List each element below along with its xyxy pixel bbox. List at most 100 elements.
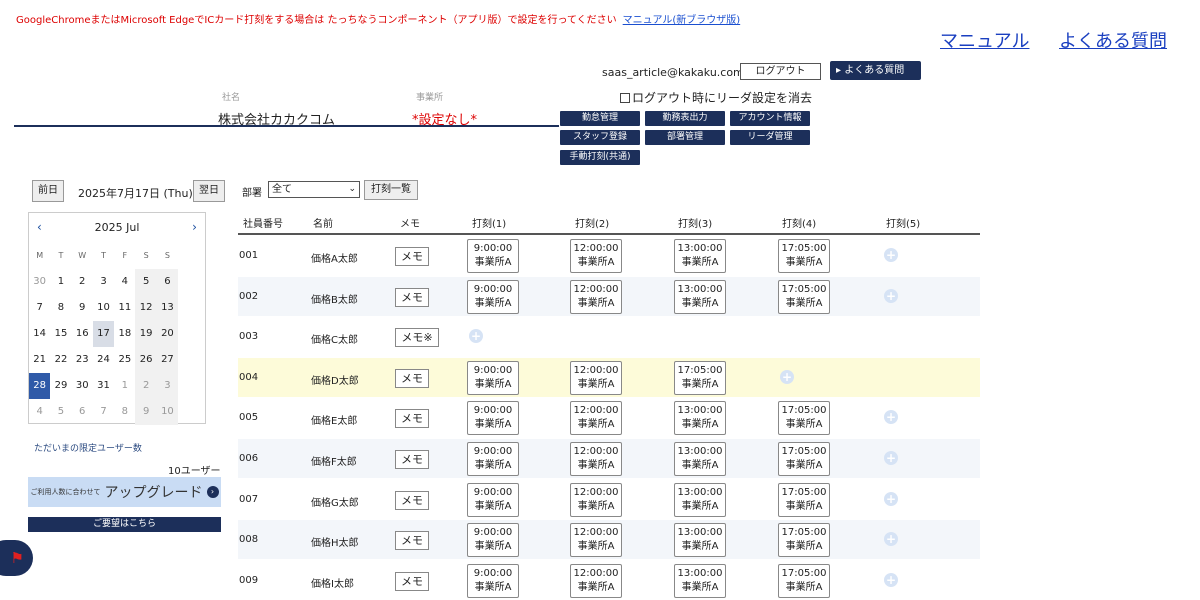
calendar-day[interactable]: 3	[156, 373, 179, 399]
add-stamp-icon[interactable]: +	[884, 410, 898, 425]
nav-department[interactable]: 部署管理	[645, 130, 725, 145]
memo-button[interactable]: メモ	[395, 531, 429, 551]
manual-link[interactable]: マニュアル	[940, 27, 1029, 53]
calendar-day[interactable]: 12	[135, 295, 157, 321]
stamp-cell[interactable]: 13:00:00 事業所A	[674, 239, 726, 273]
add-stamp-icon[interactable]: +	[469, 329, 483, 344]
calendar-day[interactable]: 25	[114, 347, 135, 373]
stamp-cell[interactable]: 9:00:00 事業所A	[467, 523, 519, 558]
calendar-day[interactable]: 9	[135, 399, 157, 425]
add-stamp-icon[interactable]: +	[884, 572, 898, 587]
next-day-button[interactable]: 翌日	[193, 180, 225, 202]
calendar-day[interactable]: 2	[72, 269, 93, 295]
calendar-day[interactable]: 16	[72, 321, 93, 347]
calendar-day[interactable]: 5	[50, 399, 71, 425]
feedback-widget[interactable]: ⚑	[0, 540, 33, 576]
add-stamp-icon[interactable]: +	[884, 491, 898, 506]
calendar-day[interactable]: 19	[135, 321, 157, 347]
calendar-day[interactable]: 3	[93, 269, 114, 295]
nav-reader[interactable]: リーダ管理	[730, 130, 810, 145]
calendar-day[interactable]: 18	[114, 321, 135, 347]
calendar-day[interactable]: 30	[72, 373, 93, 399]
add-stamp-icon[interactable]: +	[884, 451, 898, 465]
add-stamp-icon[interactable]: +	[884, 532, 898, 547]
calendar-day[interactable]: 13	[156, 295, 179, 321]
reader-reset-option[interactable]: ログアウト時にリーダ設定を消去	[620, 89, 812, 106]
calendar-day[interactable]: 1	[50, 269, 71, 295]
stamp-cell[interactable]: 17:05:00 事業所A	[778, 401, 830, 436]
stamp-cell[interactable]: 17:05:00 事業所A	[778, 239, 830, 273]
calendar-day[interactable]: 9	[72, 295, 93, 321]
calendar-day[interactable]: 30	[29, 269, 50, 295]
calendar-day[interactable]: 20	[156, 321, 179, 347]
stamp-cell[interactable]: 12:00:00 事業所A	[570, 279, 622, 314]
stamp-cell[interactable]: 9:00:00 事業所A	[467, 279, 519, 314]
stamp-cell[interactable]: 12:00:00 事業所A	[570, 482, 622, 517]
stamp-cell[interactable]: 9:00:00 事業所A	[467, 482, 519, 517]
stamp-cell[interactable]: 12:00:00 事業所A	[570, 442, 622, 476]
calendar-next-icon[interactable]: ›	[192, 220, 197, 234]
calendar-day[interactable]: 22	[50, 347, 71, 373]
stamp-cell[interactable]: 9:00:00 事業所A	[467, 401, 519, 436]
stamp-cell[interactable]: 12:00:00 事業所A	[570, 360, 622, 395]
stamp-cell[interactable]: 13:00:00 事業所A	[674, 482, 726, 517]
stamp-cell[interactable]: 9:00:00 事業所A	[467, 360, 519, 395]
calendar-day[interactable]: 2	[135, 373, 157, 399]
calendar-day[interactable]: 7	[29, 295, 50, 321]
stamp-cell[interactable]: 13:00:00 事業所A	[674, 523, 726, 558]
calendar-day[interactable]: 15	[50, 321, 71, 347]
calendar-day[interactable]: 21	[29, 347, 50, 373]
stamp-list-button[interactable]: 打刻一覧	[364, 180, 418, 200]
calendar-day[interactable]: 26	[135, 347, 157, 373]
request-button[interactable]: ご要望はこちら	[28, 517, 221, 532]
stamp-cell[interactable]: 17:05:00 事業所A	[778, 482, 830, 517]
memo-button[interactable]: メモ	[395, 450, 429, 469]
calendar-day[interactable]: 4	[114, 269, 135, 295]
stamp-cell[interactable]: 17:05:00 事業所A	[778, 279, 830, 314]
add-stamp-icon[interactable]: +	[884, 248, 898, 262]
calendar-day[interactable]: 8	[50, 295, 71, 321]
calendar-day[interactable]: 5	[135, 269, 157, 295]
nav-manual-stamp[interactable]: 手動打刻(共通)	[560, 150, 640, 165]
memo-button[interactable]: メモ	[395, 247, 429, 266]
stamp-cell[interactable]: 12:00:00 事業所A	[570, 239, 622, 273]
calendar-day[interactable]: 14	[29, 321, 50, 347]
stamp-cell[interactable]: 13:00:00 事業所A	[674, 563, 726, 598]
stamp-cell[interactable]: 12:00:00 事業所A	[570, 563, 622, 598]
memo-button[interactable]: メモ※	[395, 328, 439, 348]
logout-button[interactable]: ログアウト	[740, 63, 821, 80]
calendar-day[interactable]: 28	[29, 373, 51, 399]
stamp-cell[interactable]: 12:00:00 事業所A	[570, 523, 622, 558]
calendar-day[interactable]: 4	[29, 399, 50, 425]
faq-button[interactable]: ▸ よくある質問	[830, 61, 921, 80]
add-stamp-icon[interactable]: +	[884, 288, 898, 303]
manual-new-browser-link[interactable]: マニュアル(新ブラウザ版)	[623, 15, 741, 26]
calendar-day[interactable]: 24	[93, 347, 114, 373]
stamp-cell[interactable]: 9:00:00 事業所A	[467, 442, 519, 476]
nav-account-info[interactable]: アカウント情報	[730, 111, 810, 126]
upgrade-button[interactable]: ご利用人数に合わせて アップグレード ›	[28, 477, 221, 507]
nav-attendance[interactable]: 勤怠管理	[560, 111, 640, 126]
memo-button[interactable]: メモ	[395, 409, 429, 429]
calendar-day[interactable]: 10	[93, 295, 114, 321]
memo-button[interactable]: メモ	[395, 368, 429, 388]
calendar-day[interactable]: 17	[92, 321, 115, 347]
nav-staff[interactable]: スタッフ登録	[560, 130, 640, 145]
memo-button[interactable]: メモ	[395, 287, 429, 307]
calendar-day[interactable]: 1	[114, 373, 135, 399]
calendar-day[interactable]: 31	[93, 373, 114, 399]
stamp-cell[interactable]: 13:00:00 事業所A	[674, 279, 726, 314]
department-select[interactable]: 全て ⌄	[268, 181, 360, 198]
stamp-cell[interactable]: 17:05:00 事業所A	[778, 523, 830, 558]
reader-reset-checkbox[interactable]	[620, 92, 630, 103]
faq-link[interactable]: よくある質問	[1059, 27, 1167, 53]
calendar-day[interactable]: 6	[156, 269, 179, 295]
stamp-cell[interactable]: 9:00:00 事業所A	[467, 563, 519, 598]
calendar-day[interactable]: 23	[72, 347, 93, 373]
stamp-cell[interactable]: 13:00:00 事業所A	[674, 442, 726, 476]
nav-report[interactable]: 勤務表出力	[645, 111, 725, 126]
calendar-prev-icon[interactable]: ‹	[37, 220, 42, 234]
calendar-day[interactable]: 10	[156, 399, 179, 425]
calendar-day[interactable]: 11	[114, 295, 135, 321]
stamp-cell[interactable]: 13:00:00 事業所A	[674, 401, 726, 436]
